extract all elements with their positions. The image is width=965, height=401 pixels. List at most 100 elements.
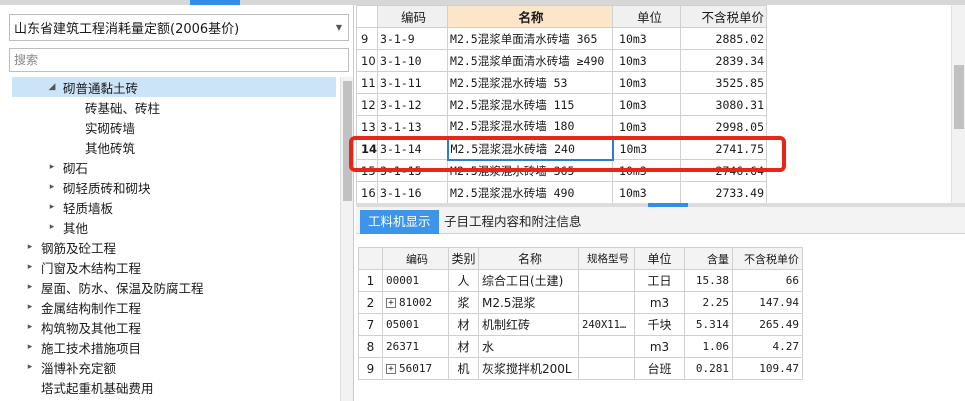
quota-grid-scrollbar[interactable] — [951, 5, 965, 203]
tree-item[interactable]: 塔式起重机基础费用 — [12, 377, 336, 397]
cell-unit[interactable]: 10m3 — [612, 181, 682, 203]
expand-arrow-icon[interactable]: ▸ — [45, 162, 59, 172]
chevron-down-icon[interactable]: ▼ — [336, 23, 342, 32]
cell-price[interactable]: 4.27 — [732, 335, 803, 358]
cell-qty[interactable]: 15.38 — [684, 269, 733, 292]
tree-item[interactable]: ▸ 钢筋及砼工程 — [12, 237, 336, 257]
table-row[interactable]: 13 3-1-13 M2.5混浆混水砖墙 180 10m3 2998.05 — [356, 115, 768, 138]
table-row[interactable]: 11 3-1-11 M2.5混浆混水砖墙 53 10m3 3525.85 — [356, 71, 768, 94]
cell-qty[interactable]: 5.314 — [684, 313, 733, 336]
cell-name[interactable]: M2.5混浆 — [478, 291, 579, 314]
cell-code[interactable]: 3-1-16 — [377, 181, 449, 203]
row-index[interactable]: 12 — [356, 93, 379, 116]
cell-price[interactable]: 2839.34 — [680, 49, 768, 72]
cell-type[interactable]: 浆 — [448, 291, 479, 314]
expand-arrow-icon[interactable]: ▸ — [23, 302, 37, 312]
cell-price[interactable]: 109.47 — [732, 357, 803, 380]
row-index[interactable]: 15 — [356, 159, 379, 182]
tree-item[interactable]: ▸ 金属结构制作工程 — [12, 297, 336, 317]
cell-unit[interactable]: 台班 — [634, 357, 685, 380]
tree-item[interactable]: ▸ 淄博补充定额 — [12, 357, 336, 377]
cell-code[interactable]: 3-1-13 — [377, 115, 449, 138]
tree-item[interactable]: 实砌砖墙 — [12, 117, 336, 137]
row-index[interactable]: 13 — [356, 115, 379, 138]
cell-price[interactable]: 2741.75 — [680, 137, 768, 160]
tree-item[interactable]: ▸ 构筑物及其他工程 — [12, 317, 336, 337]
tree-item[interactable]: ▸ 砌轻质砖和砌块 — [12, 177, 336, 197]
cell-name[interactable]: M2.5混浆混水砖墙 115 — [447, 93, 614, 116]
row-index[interactable]: 14 — [356, 137, 379, 160]
cell-code[interactable]: +81002 — [382, 291, 449, 314]
cell-code[interactable]: 3-1-12 — [377, 93, 449, 116]
cell-name[interactable]: M2.5混浆混水砖墙 240 — [446, 136, 614, 161]
cell-price[interactable]: 2733.49 — [680, 181, 768, 203]
table-row[interactable]: 7 05001 材机制红砖 240X11… 千块 5.314 265.49 — [358, 313, 803, 336]
cell-code[interactable]: 3-1-15 — [377, 159, 449, 182]
table-row[interactable]: 1 00001 人综合工日(土建) 工日 15.38 66 — [358, 269, 803, 292]
column-header-type[interactable]: 类别 — [448, 247, 479, 270]
cell-code[interactable]: 05001 — [382, 313, 449, 336]
cell-spec[interactable] — [578, 269, 635, 292]
expand-arrow-icon[interactable]: ▸ — [45, 222, 59, 232]
row-index[interactable]: 16 — [356, 181, 379, 203]
expand-arrow-icon[interactable]: ▸ — [23, 282, 37, 292]
column-header-price[interactable]: 不含税单价 — [732, 247, 803, 270]
table-row[interactable]: 12 3-1-12 M2.5混浆混水砖墙 115 10m3 3080.31 — [356, 93, 768, 116]
expand-arrow-icon[interactable]: ▸ — [45, 202, 59, 212]
row-index[interactable]: 9 — [358, 357, 383, 380]
cell-type[interactable]: 人 — [448, 269, 479, 292]
tree-item[interactable]: ▸ 门窗及木结构工程 — [12, 257, 336, 277]
expand-arrow-icon[interactable]: ◢ — [45, 82, 59, 92]
cell-name[interactable]: 综合工日(土建) — [478, 269, 579, 292]
cell-code[interactable]: 3-1-14 — [377, 137, 449, 160]
cell-name[interactable]: M2.5混浆单面清水砖墙 365 — [447, 27, 614, 50]
cell-code[interactable]: 3-1-10 — [377, 49, 449, 72]
expand-arrow-icon[interactable]: ▸ — [23, 262, 37, 272]
row-index[interactable]: 11 — [356, 71, 379, 94]
tree-item[interactable]: 砖基础、砖柱 — [12, 97, 336, 117]
cell-type[interactable]: 材 — [448, 313, 479, 336]
cell-qty[interactable]: 0.281 — [684, 357, 733, 380]
table-row[interactable]: 9 3-1-9 M2.5混浆单面清水砖墙 365 10m3 2885.02 — [356, 27, 768, 50]
cell-price[interactable]: 3525.85 — [680, 71, 768, 94]
cell-name[interactable]: M2.5混浆混水砖墙 53 — [447, 71, 614, 94]
cell-unit[interactable]: 10m3 — [612, 115, 682, 138]
tab-resource-display[interactable]: 工料机显示 — [360, 210, 439, 234]
tree-item[interactable]: ▸ 轻质墙板 — [12, 197, 336, 217]
cell-spec[interactable]: 240X11… — [578, 313, 635, 336]
row-index[interactable]: 8 — [358, 335, 383, 358]
column-header-price[interactable]: 不含税单价 — [680, 5, 768, 28]
expand-arrow-icon[interactable]: ▸ — [23, 242, 37, 252]
cell-unit[interactable]: 10m3 — [612, 49, 682, 72]
expand-arrow-icon[interactable]: ▸ — [23, 322, 37, 332]
cell-price[interactable]: 2998.05 — [680, 115, 768, 138]
tree-item[interactable]: ▸ 施工技术措施项目 — [12, 337, 336, 357]
tree-item[interactable]: ▸ 砌石 — [12, 157, 336, 177]
cell-price[interactable]: 2746.64 — [680, 159, 768, 182]
cell-unit[interactable]: 10m3 — [612, 137, 682, 160]
cell-qty[interactable]: 1.06 — [684, 335, 733, 358]
scrollbar-thumb[interactable] — [343, 81, 352, 201]
cell-unit[interactable]: 千块 — [634, 313, 685, 336]
column-header-name[interactable]: 名称 — [478, 247, 579, 270]
table-row[interactable]: 15 3-1-15 M2.5混浆混水砖墙 365 10m3 2746.64 — [356, 159, 768, 182]
tree-scrollbar[interactable] — [340, 77, 353, 401]
cell-unit[interactable]: 10m3 — [612, 159, 682, 182]
tree-item[interactable]: ▸ 其他 — [12, 217, 336, 237]
row-index[interactable]: 10 — [356, 49, 379, 72]
cell-spec[interactable] — [578, 335, 635, 358]
cell-price[interactable]: 147.94 — [732, 291, 803, 314]
cell-name[interactable]: M2.5混浆混水砖墙 490 — [447, 181, 614, 203]
table-row[interactable]: 2 +81002 浆 M2.5混浆 m3 2.25 147.94 — [358, 291, 803, 314]
expand-arrow-icon[interactable]: ▸ — [45, 182, 59, 192]
tab-work-content[interactable]: 子目工程内容和附注信息 — [436, 210, 590, 234]
cell-code[interactable]: +56017 — [382, 357, 449, 380]
cell-price[interactable]: 265.49 — [732, 313, 803, 336]
table-row[interactable]: 14 3-1-14 M2.5混浆混水砖墙 240 10m3 2741.75 — [356, 136, 768, 161]
table-row[interactable]: 10 3-1-10 M2.5混浆单面清水砖墙 ≥490 10m3 2839.34 — [356, 49, 768, 72]
column-header-code[interactable]: 编码 — [377, 5, 449, 28]
column-header-unit[interactable]: 单位 — [612, 5, 682, 28]
expand-arrow-icon[interactable]: ▸ — [23, 362, 37, 372]
cell-code[interactable]: 00001 — [382, 269, 449, 292]
column-header-unit[interactable]: 单位 — [634, 247, 685, 270]
